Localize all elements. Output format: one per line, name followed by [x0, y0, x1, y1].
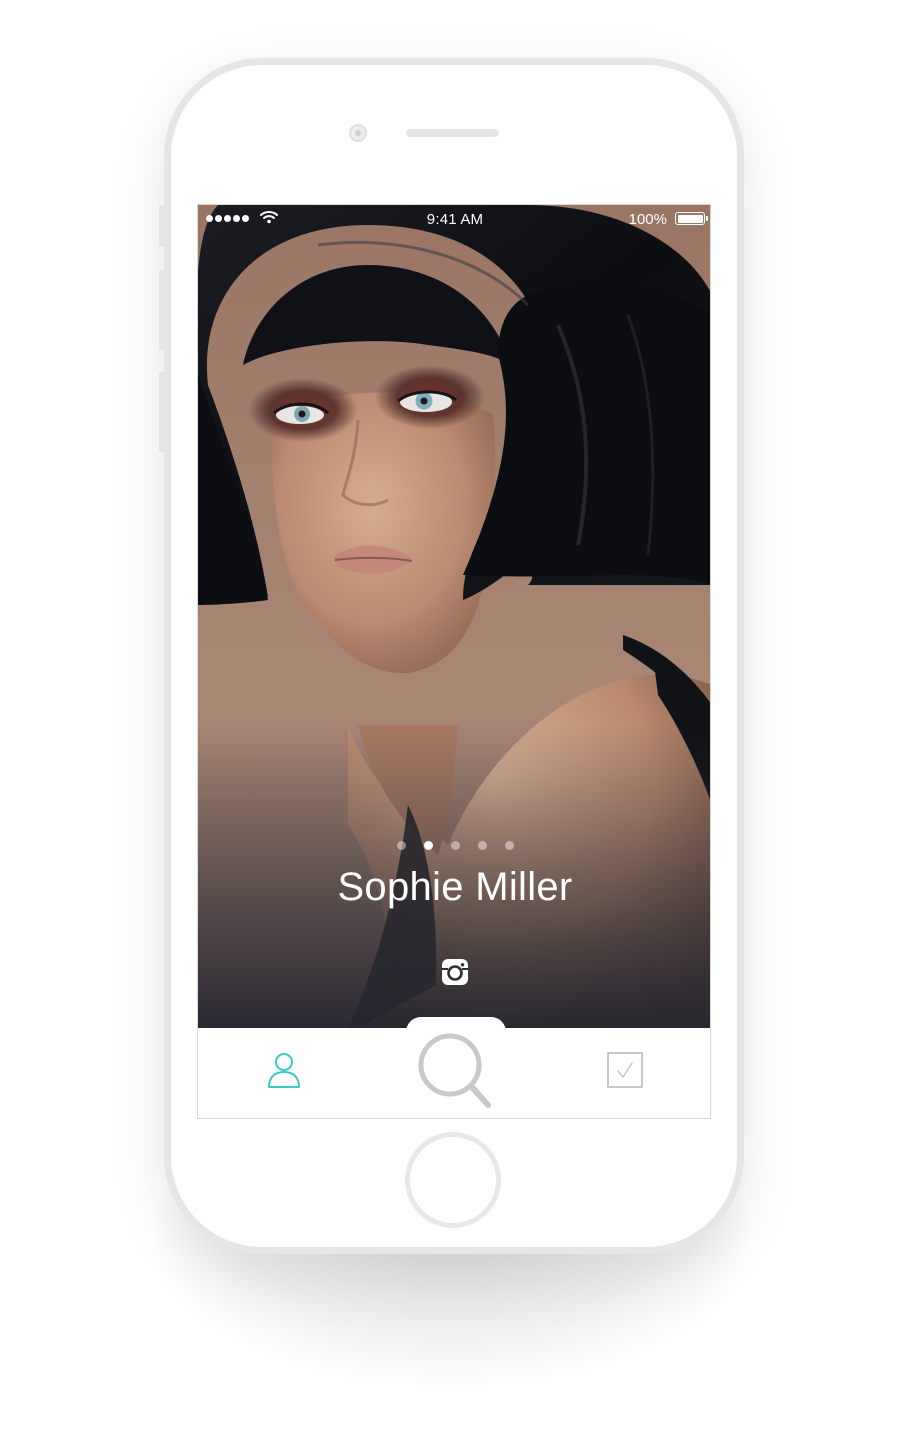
- pagination-dot[interactable]: [504, 841, 514, 850]
- home-button[interactable]: [405, 1132, 501, 1228]
- instagram-icon[interactable]: [441, 958, 469, 986]
- pagination-dot[interactable]: [396, 841, 406, 850]
- front-camera: [349, 124, 367, 142]
- phone-screen: 9:41 AM 100% Sophie Miller: [197, 204, 711, 1119]
- pagination-dot-active[interactable]: [423, 841, 433, 850]
- carousel-pagination: [198, 841, 710, 850]
- checkbox-icon[interactable]: [606, 1051, 644, 1089]
- battery-icon: [675, 212, 708, 225]
- stage: 9:41 AM 100% Sophie Miller: [0, 0, 904, 1454]
- earpiece-speaker: [406, 129, 499, 137]
- battery-percentage: 100%: [628, 211, 667, 228]
- pagination-dot[interactable]: [450, 841, 460, 850]
- volume-up-button: [159, 270, 164, 350]
- status-bar: 9:41 AM 100%: [198, 205, 710, 233]
- search-icon[interactable]: [416, 1031, 494, 1109]
- volume-down-button: [159, 372, 164, 452]
- profile-icon[interactable]: [264, 1050, 304, 1090]
- pagination-dot[interactable]: [477, 841, 487, 850]
- mute-switch: [159, 205, 164, 247]
- profile-name: Sophie Miller: [337, 865, 573, 909]
